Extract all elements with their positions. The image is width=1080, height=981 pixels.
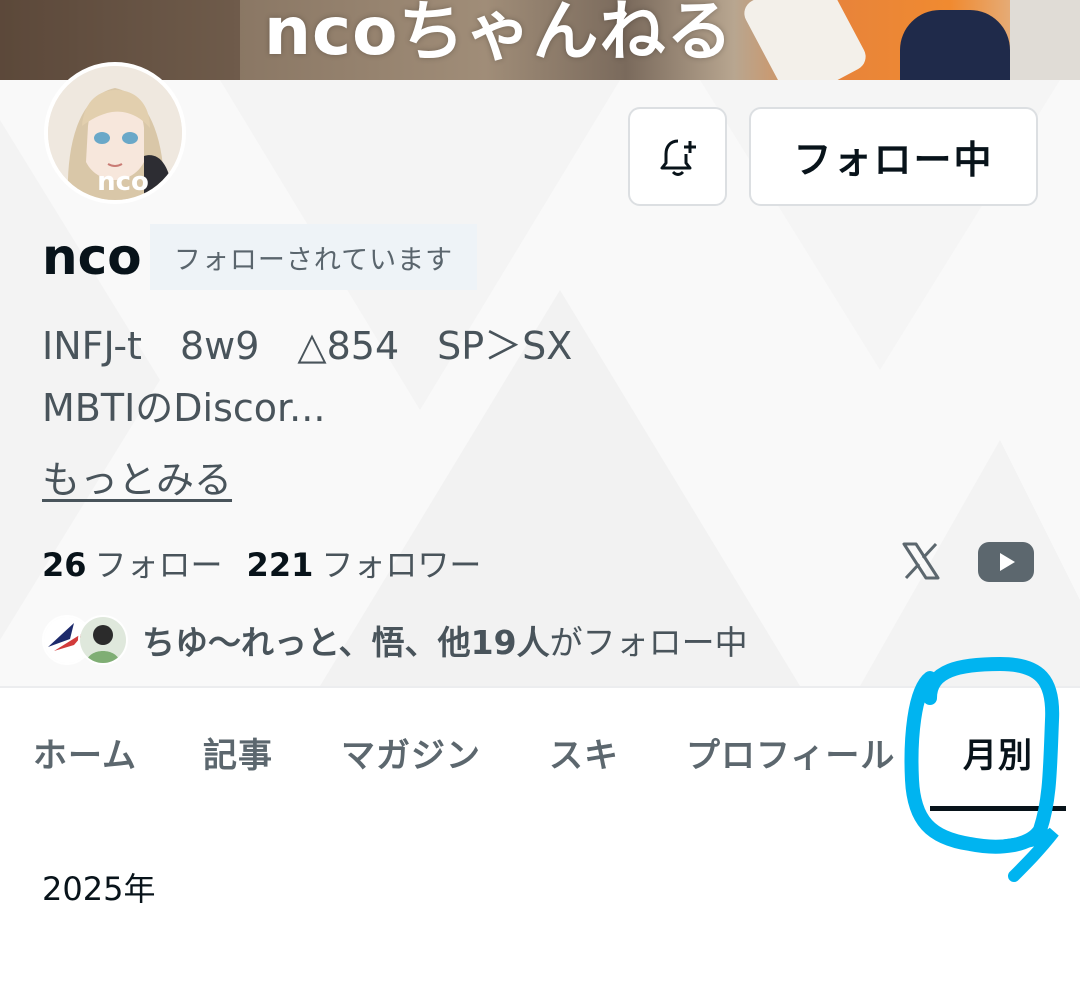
x-icon[interactable] [900, 540, 942, 582]
mutual-suffix: がフォロー中 [549, 623, 748, 662]
followers-count[interactable]: 221 [247, 543, 314, 587]
youtube-icon[interactable] [978, 542, 1034, 582]
followed-by-badge: フォローされています [150, 224, 477, 290]
follow-stats: 26 フォロー 221 フォロワー [42, 543, 505, 587]
tab-profile[interactable]: プロフィール [686, 728, 895, 777]
tab-articles[interactable]: 記事 [203, 728, 273, 777]
profile-tabs: ホーム 記事 マガジン スキ プロフィール 月別 [0, 688, 1080, 812]
notification-button[interactable] [628, 107, 727, 206]
year-heading: 2025年 [42, 870, 156, 908]
tab-home[interactable]: ホーム [33, 728, 137, 777]
tab-likes[interactable]: スキ [549, 728, 619, 777]
followers-label[interactable]: フォロワー [321, 543, 481, 587]
mutual-avatar-2 [78, 615, 128, 665]
username: nco [42, 228, 142, 286]
see-more-link[interactable]: もっとみる [42, 454, 232, 506]
bio-line-1: INFJ-t 8w9 △854 SP＞SX [42, 324, 573, 368]
mutual-followers[interactable]: ちゆ〜れっと、悟、他19人がフォロー中 [42, 614, 748, 666]
avatar-text: nco [97, 167, 149, 197]
cover-image: ncoちゃんねる [0, 0, 1080, 80]
tab-monthly[interactable]: 月別 [963, 728, 1033, 777]
tab-magazines[interactable]: マガジン [341, 728, 481, 777]
active-tab-indicator [930, 806, 1066, 811]
cover-title: ncoちゃんねる [264, 0, 734, 70]
bio-line-2: MBTIのDiscor... [42, 386, 326, 430]
following-label[interactable]: フォロー [95, 543, 223, 587]
mutual-names: ちゆ〜れっと、悟、他19人 [142, 623, 550, 662]
following-button[interactable]: フォロー中 [749, 107, 1038, 206]
bell-plus-icon [660, 139, 696, 176]
following-count[interactable]: 26 [42, 543, 87, 587]
profile-avatar[interactable]: nco [44, 62, 186, 204]
